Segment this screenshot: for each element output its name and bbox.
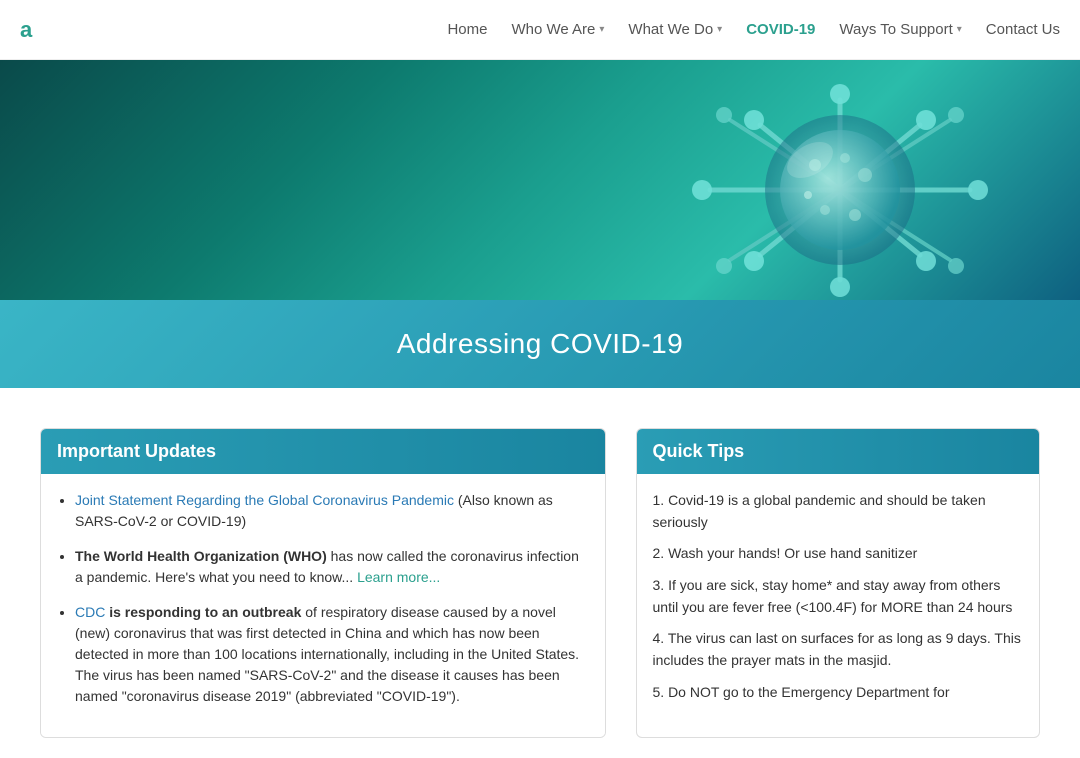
important-updates-card: Important Updates Joint Statement Regard… (40, 428, 606, 738)
content-area: Important Updates Joint Statement Regard… (0, 388, 1080, 758)
list-item: 5. Do NOT go to the Emergency Department… (653, 682, 1024, 704)
quick-tips-card: Quick Tips 1. Covid-19 is a global pande… (636, 428, 1041, 738)
list-item: The World Health Organization (WHO) has … (75, 546, 589, 588)
quick-tips-body: 1. Covid-19 is a global pandemic and sho… (637, 474, 1040, 730)
chevron-down-icon: ▾ (717, 24, 722, 35)
list-item: 4. The virus can last on surfaces for as… (653, 628, 1024, 671)
nav-ways-to-support[interactable]: Ways To Support ▾ (839, 21, 961, 38)
important-updates-header: Important Updates (41, 429, 605, 474)
list-item: CDC is responding to an outbreak of resp… (75, 602, 589, 707)
nav-contact-us[interactable]: Contact Us (986, 21, 1060, 38)
chevron-down-icon: ▾ (599, 24, 604, 35)
nav-home[interactable]: Home (447, 21, 487, 38)
cdc-bold: is responding to an outbreak (105, 604, 301, 620)
list-item: 3. If you are sick, stay home* and stay … (653, 575, 1024, 618)
site-logo: a (20, 17, 32, 43)
quick-tips-header: Quick Tips (637, 429, 1040, 474)
navigation: a Home Who We Are ▾ What We Do ▾ COVID-1… (0, 0, 1080, 60)
pandemic-statement-link[interactable]: Joint Statement Regarding the Global Cor… (75, 492, 454, 508)
important-updates-body: Joint Statement Regarding the Global Cor… (41, 474, 605, 737)
list-item: Joint Statement Regarding the Global Cor… (75, 490, 589, 532)
nav-who-we-are[interactable]: Who We Are ▾ (511, 21, 604, 38)
page-title-band: Addressing COVID-19 (0, 300, 1080, 388)
hero-virus-graphic (680, 70, 1000, 300)
page-title: Addressing COVID-19 (20, 328, 1060, 360)
list-item: 2. Wash your hands! Or use hand sanitize… (653, 543, 1024, 565)
who-bold: The World Health Organization (WHO) (75, 548, 327, 564)
chevron-down-icon: ▾ (957, 24, 962, 35)
cdc-link[interactable]: CDC (75, 604, 105, 620)
hero-image (0, 60, 1080, 300)
tips-list: 1. Covid-19 is a global pandemic and sho… (653, 490, 1024, 704)
list-item: 1. Covid-19 is a global pandemic and sho… (653, 490, 1024, 533)
nav-what-we-do[interactable]: What We Do ▾ (628, 21, 722, 38)
updates-list: Joint Statement Regarding the Global Cor… (57, 490, 589, 707)
learn-more-link[interactable]: Learn more... (357, 569, 440, 585)
nav-covid-19[interactable]: COVID-19 (746, 21, 815, 38)
nav-links: Home Who We Are ▾ What We Do ▾ COVID-19 … (447, 21, 1060, 38)
